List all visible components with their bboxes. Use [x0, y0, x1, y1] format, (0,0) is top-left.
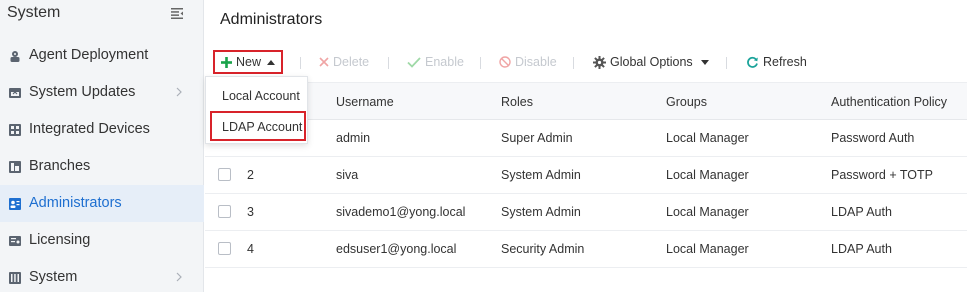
refresh-icon [747, 56, 758, 68]
collapse-sidebar-icon[interactable] [166, 4, 188, 22]
enable-button[interactable]: Enable [407, 50, 464, 74]
new-dropdown-menu: Local Account LDAP Account [205, 76, 308, 144]
delete-button[interactable]: Delete [319, 50, 369, 74]
table-row[interactable]: 2 siva System Admin Local Manager Passwo… [205, 157, 967, 194]
cell-auth-policy: LDAP Auth [831, 205, 892, 219]
sidebar-item-label: Licensing [29, 232, 91, 248]
menu-item-label: Local Account [222, 89, 300, 103]
cell-username[interactable]: sivademo1@yong.local [336, 205, 465, 219]
sidebar-item-agent-deployment[interactable]: Agent Deployment [0, 37, 204, 74]
gear-icon [593, 55, 606, 69]
toolbar-divider [388, 57, 389, 69]
refresh-button[interactable]: Refresh [746, 50, 807, 74]
check-icon [407, 56, 421, 68]
sidebar-item-licensing[interactable]: Licensing [0, 222, 204, 259]
ban-icon [499, 56, 511, 68]
column-header-roles[interactable]: Roles [501, 95, 533, 109]
row-index: 4 [247, 242, 254, 256]
cell-group: Local Manager [666, 131, 749, 145]
sidebar-item-administrators[interactable]: Administrators [0, 185, 204, 222]
cell-role: Security Admin [501, 242, 585, 256]
column-header-groups[interactable]: Groups [666, 95, 707, 109]
table-header: Username Roles Groups Authentication Pol… [205, 82, 967, 120]
sidebar-item-branches[interactable]: Branches [0, 148, 204, 185]
cell-username[interactable]: admin [336, 131, 370, 145]
new-button[interactable]: New [213, 50, 283, 74]
cell-auth-policy: Password Auth [831, 131, 915, 145]
row-index: 2 [247, 168, 254, 182]
menu-item-label: LDAP Account [222, 120, 303, 134]
devices-icon [9, 124, 21, 136]
plus-icon [221, 56, 232, 68]
toolbar-divider [300, 57, 301, 69]
row-checkbox[interactable] [218, 242, 231, 255]
sidebar-title: System [7, 4, 61, 21]
sidebar-item-system-updates[interactable]: System Updates [0, 74, 204, 111]
disable-button-label: Disable [515, 55, 557, 69]
sidebar-item-label: Branches [29, 158, 91, 174]
cell-group: Local Manager [666, 242, 749, 256]
row-index: 3 [247, 205, 254, 219]
sidebar-item-label: Agent Deployment [29, 47, 149, 63]
licensing-icon [9, 235, 21, 247]
toolbar-divider [480, 57, 481, 69]
toolbar: New Delete Enable Disable Global Options… [205, 44, 967, 82]
global-options-label: Global Options [610, 55, 693, 69]
cell-role: Super Admin [501, 131, 573, 145]
enable-button-label: Enable [425, 55, 464, 69]
refresh-button-label: Refresh [763, 55, 807, 69]
menu-item-ldap-account[interactable]: LDAP Account [210, 111, 306, 141]
caret-up-icon [267, 59, 276, 65]
sidebar-item-system[interactable]: System [0, 259, 204, 292]
column-header-authentication-policy[interactable]: Authentication Policy [831, 95, 947, 109]
cell-role: System Admin [501, 205, 581, 219]
sidebar-item-label: System [29, 269, 78, 285]
cell-username[interactable]: edsuser1@yong.local [336, 242, 456, 256]
table-row[interactable]: 3 sivademo1@yong.local System Admin Loca… [205, 194, 967, 231]
close-icon [319, 57, 329, 67]
administrators-icon [9, 198, 21, 210]
global-options-button[interactable]: Global Options [593, 50, 709, 74]
chevron-right-icon [176, 87, 182, 97]
toolbar-divider [726, 57, 727, 69]
sidebar-item-integrated-devices[interactable]: Integrated Devices [0, 111, 204, 148]
new-button-label: New [236, 55, 262, 69]
sidebar-item-label: Integrated Devices [29, 121, 150, 137]
disable-button[interactable]: Disable [499, 50, 557, 74]
agent-icon [9, 50, 21, 62]
sidebar-item-label: Administrators [29, 195, 122, 211]
page-title: Administrators [220, 11, 323, 28]
menu-item-local-account[interactable]: Local Account [206, 80, 309, 110]
delete-button-label: Delete [333, 55, 370, 69]
system-icon [9, 272, 21, 284]
table-row[interactable]: 1 admin Super Admin Local Manager Passwo… [205, 120, 967, 157]
branches-icon [9, 161, 21, 173]
cell-auth-policy: LDAP Auth [831, 242, 892, 256]
row-checkbox[interactable] [218, 205, 231, 218]
table-row[interactable]: 4 edsuser1@yong.local Security Admin Loc… [205, 231, 967, 268]
updates-icon [9, 87, 21, 99]
sidebar-item-label: System Updates [29, 84, 136, 100]
cell-group: Local Manager [666, 205, 749, 219]
cell-role: System Admin [501, 168, 581, 182]
cell-group: Local Manager [666, 168, 749, 182]
cell-auth-policy: Password + TOTP [831, 168, 934, 182]
toolbar-divider [573, 57, 574, 69]
column-header-username[interactable]: Username [336, 95, 394, 109]
sidebar: System Agent Deployment System Updates I… [0, 0, 204, 292]
row-checkbox[interactable] [218, 168, 231, 181]
caret-down-icon [700, 59, 709, 65]
chevron-right-icon [176, 272, 182, 282]
cell-username[interactable]: siva [336, 168, 358, 182]
